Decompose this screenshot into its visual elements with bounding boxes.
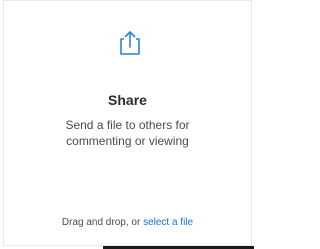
select-file-link[interactable]: select a file (143, 217, 193, 228)
drag-drop-text: Drag and drop, or (61, 217, 144, 228)
share-upload-icon (120, 31, 140, 55)
page: Share Send a file to others for commenti… (0, 0, 254, 249)
share-card[interactable]: Share Send a file to others for commenti… (3, 0, 252, 246)
card-title: Share (108, 92, 147, 108)
card-description: Send a file to others for commenting or … (4, 117, 251, 149)
description-line-1: Send a file to others for (65, 118, 190, 132)
description-line-2: commenting or viewing (66, 134, 189, 148)
drag-drop-hint: Drag and drop, or select a file (4, 217, 251, 228)
